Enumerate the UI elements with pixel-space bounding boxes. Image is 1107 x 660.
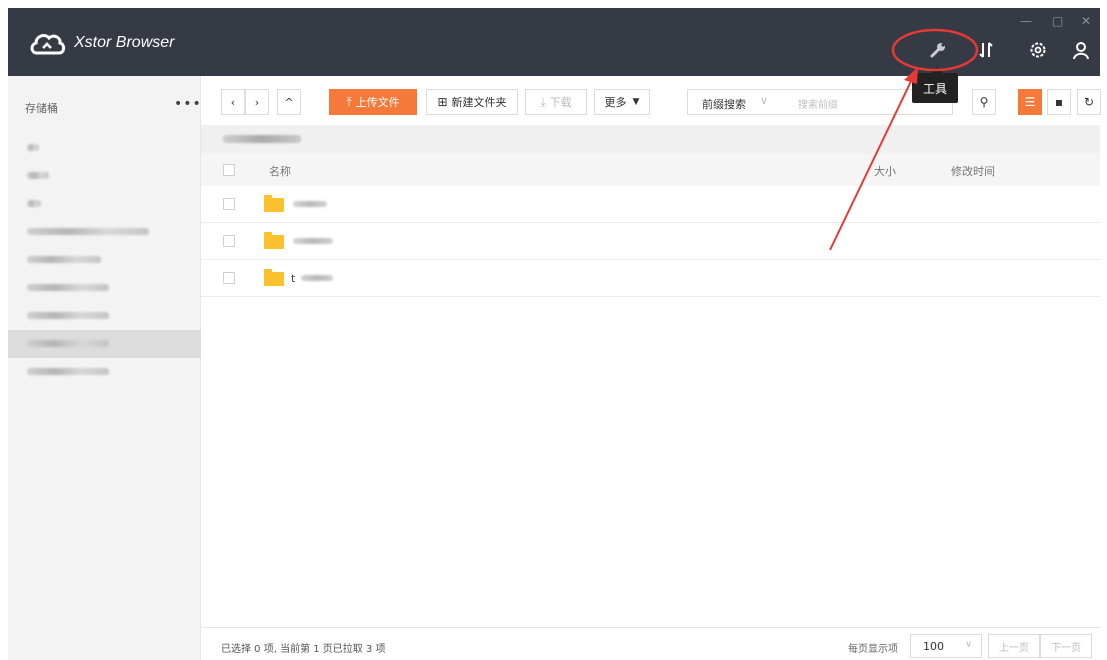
app-title: Xstor Browser [74,34,175,51]
bucket-item[interactable] [8,162,201,190]
account-button[interactable] [1069,38,1093,62]
more-dropdown[interactable]: 更多 ▼ [594,89,650,115]
chevron-down-icon: ∨ [965,639,973,650]
redacted-text [27,256,101,263]
prev-page-button[interactable]: 上一页 [988,634,1040,658]
up-button[interactable]: ^ [277,89,301,115]
sidebar-title: 存储桶 [25,102,58,115]
search-button[interactable]: ⚲ [972,89,996,115]
selection-status: 已选择 0 项, 当前第 1 页已拉取 3 项 [221,644,386,655]
transfer-button[interactable] [974,38,998,62]
bucket-item[interactable] [8,190,201,218]
wrench-icon [930,43,945,58]
logo: Xstor Browser [28,28,174,58]
upload-icon: ⤒ [346,94,352,109]
column-size[interactable]: 大小 [874,163,896,179]
folder-icon [264,269,284,286]
grid-view-icon: ▪ [1054,95,1064,109]
close-button[interactable]: ✕ [1081,14,1091,28]
gear-icon [1030,42,1046,58]
bucket-sidebar: 存储桶 ••• [8,76,201,660]
search-input[interactable]: 搜索前缀 [798,96,838,111]
search-mode-select[interactable]: 前缀搜索 [702,96,746,112]
user-icon [1073,42,1089,60]
file-name[interactable]: t [291,272,295,285]
folder-icon [264,232,284,249]
redacted-text [27,312,109,319]
tooltip: 工具 [912,67,958,103]
redacted-text [27,340,109,347]
bucket-item-selected[interactable] [8,330,201,358]
redacted-text [27,144,39,151]
column-name[interactable]: 名称 [269,163,291,179]
app-window: Xstor Browser — □ ✕ 存储桶 ••• ‹ › ^ ⤒ 上传文件… [8,8,1101,660]
table-row[interactable]: t [201,260,1100,297]
more-label: 更多 [604,96,627,109]
chevron-down-icon: ∨ [760,94,769,107]
status-bar: 已选择 0 项, 当前第 1 页已拉取 3 项 每页显示项 100 ∨ 上一页 … [201,627,1100,660]
sidebar-more-icon[interactable]: ••• [174,96,202,112]
forward-button[interactable]: › [245,89,269,115]
bucket-item[interactable] [8,134,201,162]
page-size-value: 100 [923,640,944,653]
bucket-item[interactable] [8,246,201,274]
redacted-text [293,201,327,207]
cloud-logo-icon [30,34,66,55]
table-row[interactable] [201,186,1100,223]
list-view-button[interactable]: ☰ [1018,89,1042,115]
chevron-right-icon: › [254,95,260,109]
download-icon: ⤓ [540,94,546,109]
grid-view-button[interactable]: ▪ [1047,89,1071,115]
caret-down-icon: ▼ [632,97,640,107]
minimize-button[interactable]: — [1020,14,1032,28]
new-folder-button[interactable]: ⊞ 新建文件夹 [426,89,518,115]
tools-button[interactable] [926,38,950,62]
search-icon: ⚲ [979,95,989,109]
refresh-button[interactable]: ↻ [1077,89,1101,115]
redacted-text [301,275,333,281]
toolbar: ‹ › ^ ⤒ 上传文件 ⊞ 新建文件夹 ⤓ 下载 更多 ▼ 前缀搜索 ∨ 搜索… [201,76,1101,125]
redacted-text [27,228,149,235]
upload-button[interactable]: ⤒ 上传文件 [329,89,417,115]
redacted-text [27,172,49,179]
next-page-button[interactable]: 下一页 [1040,634,1092,658]
chevron-left-icon: ‹ [230,95,236,109]
table-row[interactable] [201,223,1100,260]
settings-button[interactable] [1026,38,1050,62]
new-folder-label: 新建文件夹 [451,96,507,109]
redacted-path [223,135,301,143]
title-bar: Xstor Browser — □ ✕ [8,8,1100,76]
breadcrumb [201,125,1100,153]
page-size-select[interactable]: 100 ∨ [910,634,982,658]
bucket-item[interactable] [8,274,201,302]
table-header: 名称 大小 修改时间 [201,153,1100,186]
maximize-button[interactable]: □ [1052,14,1063,28]
new-folder-icon: ⊞ [437,95,448,109]
row-checkbox[interactable] [223,272,235,284]
column-modified[interactable]: 修改时间 [951,163,995,179]
folder-icon [264,195,284,212]
bucket-item[interactable] [8,302,201,330]
redacted-text [27,284,109,291]
transfer-icon [979,42,993,58]
download-label: 下载 [549,96,572,109]
list-view-icon: ☰ [1024,95,1036,109]
bucket-item[interactable] [8,358,201,386]
download-button[interactable]: ⤓ 下载 [525,89,587,115]
back-button[interactable]: ‹ [221,89,245,115]
redacted-text [27,368,109,375]
row-checkbox[interactable] [223,198,235,210]
upload-label: 上传文件 [355,96,400,109]
refresh-icon: ↻ [1083,95,1095,109]
select-all-checkbox[interactable] [223,164,235,176]
row-checkbox[interactable] [223,235,235,247]
redacted-text [27,200,41,207]
redacted-text [293,238,333,244]
chevron-up-icon: ^ [284,95,294,109]
bucket-item[interactable] [8,218,201,246]
page-size-label: 每页显示项 [848,644,898,655]
